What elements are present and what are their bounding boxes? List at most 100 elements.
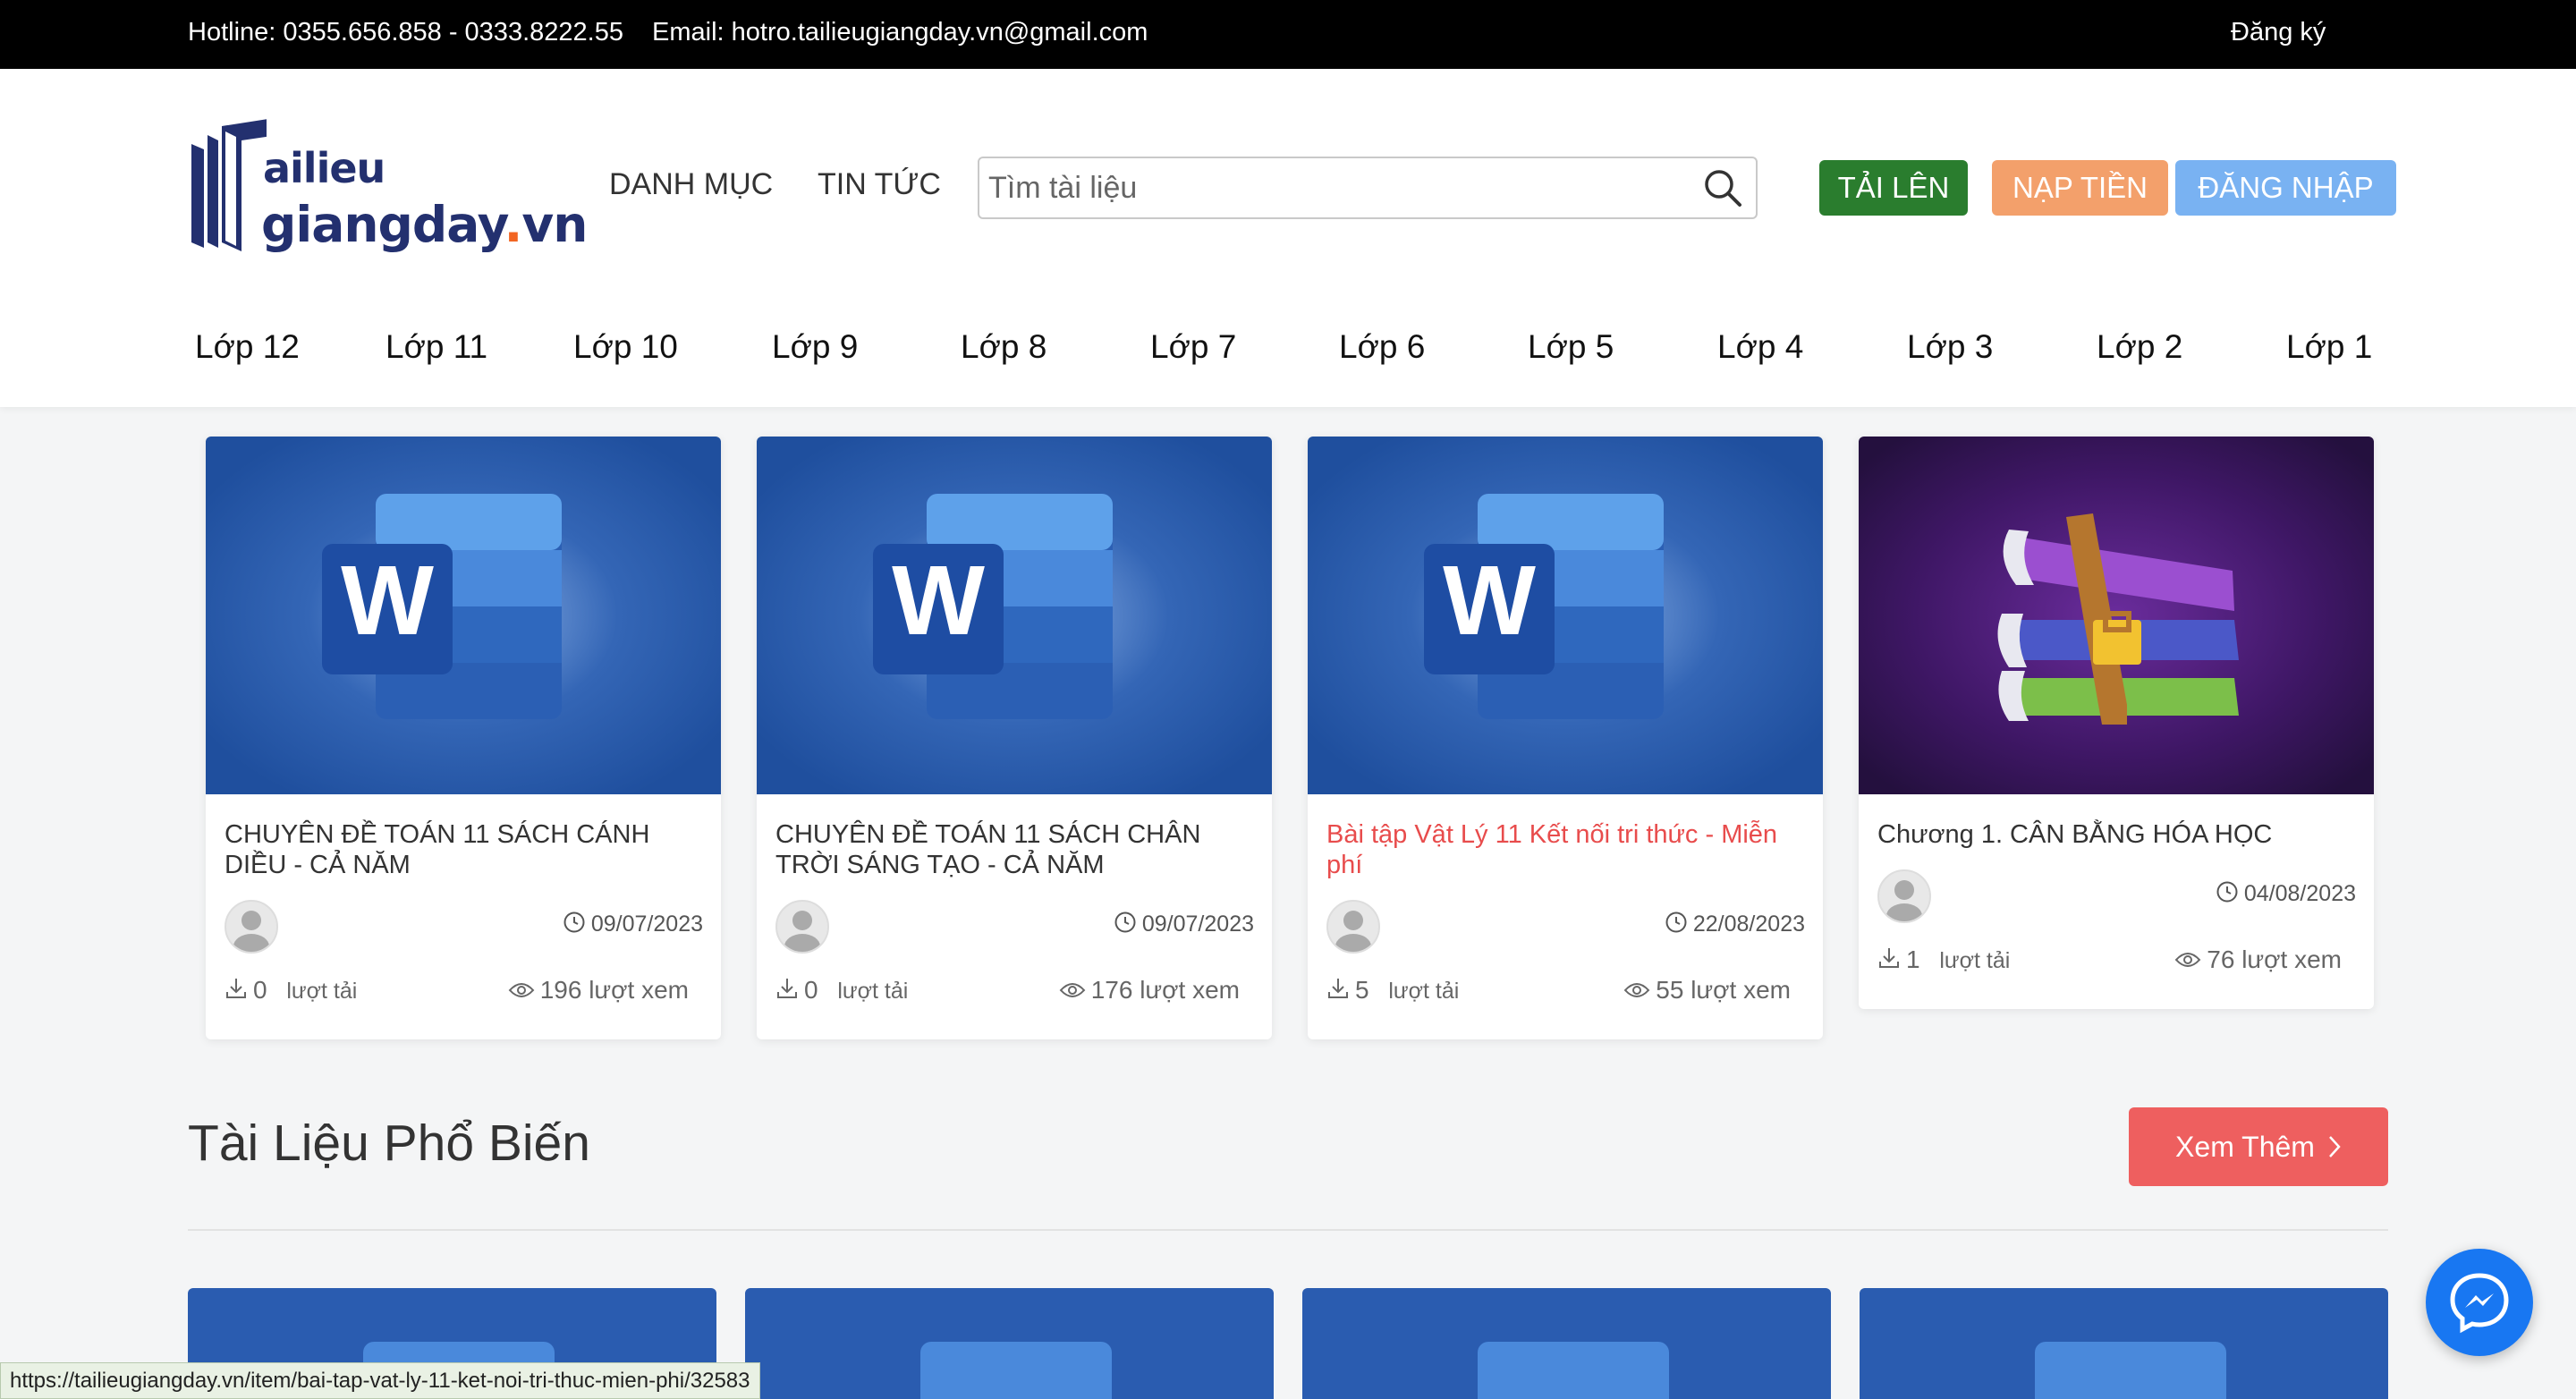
book-logo-icon [191,119,267,251]
section-title: Tài Liệu Phổ Biến [188,1115,590,1172]
download-icon [1326,976,1350,1007]
document-card[interactable]: W CHUYÊN ĐỀ TOÁN 11 SÁCH CÁNH DIỀU - CẢ … [206,437,721,1039]
download-label: lượt tải [1939,948,2011,973]
grade-11[interactable]: Lớp 11 [386,328,487,366]
view-count: 55 lượt xem [1623,976,1791,1006]
upload-button[interactable]: TẢI LÊN [1819,160,1968,216]
eye-icon [1059,978,1086,1006]
messenger-icon [2450,1273,2509,1334]
date-text: 09/07/2023 [590,911,703,937]
upload-date: 09/07/2023 [563,911,703,940]
grade-1[interactable]: Lớp 1 [2286,328,2372,366]
contact-info: Hotline: 0355.656.858 - 0333.8222.55 Ema… [188,18,1169,47]
search-input[interactable] [988,165,1686,210]
download-number: 0 [253,976,267,1004]
document-card[interactable]: W CHUYÊN ĐỀ TOÁN 11 SÁCH CHÂN TRỜI SÁNG … [757,437,1272,1039]
word-icon [745,1288,1274,1399]
word-icon[interactable]: W [206,437,721,794]
word-icon [1860,1288,2388,1399]
view-text: 176 lượt xem [1090,976,1240,1004]
download-count: 0 lượt tải [225,976,357,1007]
eye-icon [508,978,535,1006]
card-title[interactable]: CHUYÊN ĐỀ TOÁN 11 SÁCH CHÂN TRỜI SÁNG TẠ… [775,819,1241,880]
svg-text:W: W [1443,546,1536,656]
word-icon[interactable]: W [1308,437,1823,794]
clock-icon [1665,911,1688,940]
grade-2[interactable]: Lớp 2 [2097,328,2182,366]
clock-icon [2216,880,2239,910]
document-card[interactable] [745,1288,1274,1399]
see-more-label: Xem Thêm [2175,1131,2315,1163]
nav-category[interactable]: DANH MỤC [609,167,773,202]
date-text: 09/07/2023 [1141,911,1254,937]
logo-text-line2: giangday.vn [261,196,588,253]
view-text: 76 lượt xem [2207,945,2342,973]
card-title[interactable]: Chương 1. CÂN BẰNG HÓA HỌC [1877,819,2343,850]
top-bar: Hotline: 0355.656.858 - 0333.8222.55 Ema… [0,0,2576,69]
logo-text-main: giangday [261,196,504,253]
grade-4[interactable]: Lớp 4 [1717,328,1803,366]
grade-3[interactable]: Lớp 3 [1907,328,1993,366]
avatar [225,900,278,954]
download-label: lượt tải [286,979,358,1004]
hotline-text: Hotline: 0355.656.858 - 0333.8222.55 [188,18,623,47]
grade-nav: Lớp 12 Lớp 11 Lớp 10 Lớp 9 Lớp 8 Lớp 7 L… [0,328,2576,400]
browser-status-url: https://tailieugiangday.vn/item/bai-tap-… [0,1362,760,1399]
grade-7[interactable]: Lớp 7 [1150,328,1236,366]
view-count: 196 lượt xem [508,976,689,1006]
document-card[interactable]: W Bài tập Vật Lý 11 Kết nối tri thức - M… [1308,437,1823,1039]
download-number: 1 [1906,945,1920,973]
date-text: 04/08/2023 [2243,881,2356,907]
winrar-icon[interactable] [1859,437,2374,794]
card-title[interactable]: Bài tập Vật Lý 11 Kết nối tri thức - Miễ… [1326,819,1792,880]
section-divider [188,1229,2388,1231]
svg-text:W: W [892,546,985,656]
download-count: 5 lượt tải [1326,976,1459,1007]
date-text: 22/08/2023 [1692,911,1805,937]
view-count: 176 lượt xem [1059,976,1240,1006]
card-title[interactable]: CHUYÊN ĐỀ TOÁN 11 SÁCH CÁNH DIỀU - CẢ NĂ… [225,819,690,880]
grade-10[interactable]: Lớp 10 [573,328,678,366]
document-card[interactable] [1302,1288,1831,1399]
download-label: lượt tải [837,979,909,1004]
messenger-chat-button[interactable] [2426,1249,2533,1356]
document-card[interactable] [1860,1288,2388,1399]
eye-icon [1623,978,1650,1006]
grade-8[interactable]: Lớp 8 [961,328,1046,366]
grade-6[interactable]: Lớp 6 [1339,328,1425,366]
grade-9[interactable]: Lớp 9 [772,328,858,366]
download-count: 1 lượt tải [1877,945,2010,977]
nav-news[interactable]: TIN TỨC [818,167,941,202]
logo-text-dot: . [504,196,522,253]
view-text: 196 lượt xem [539,976,689,1004]
upload-date: 09/07/2023 [1114,911,1254,940]
document-card[interactable]: Chương 1. CÂN BẰNG HÓA HỌC 04/08/2023 1 … [1859,437,2374,1009]
logo-text-tld: vn [521,196,588,253]
word-icon [1302,1288,1831,1399]
view-count: 76 lượt xem [2174,945,2342,976]
site-logo[interactable]: ailieu giangday.vn [186,108,588,269]
signup-link[interactable]: Đăng ký [2231,18,2326,47]
avatar [775,900,829,954]
eye-icon [2174,947,2201,976]
chevron-right-icon [2327,1110,2342,1189]
download-icon [775,976,799,1007]
see-more-button[interactable]: Xem Thêm [2129,1107,2388,1186]
upload-date: 22/08/2023 [1665,911,1805,940]
logo-text-line1: ailieu [263,144,386,192]
download-label: lượt tải [1388,979,1460,1004]
clock-icon [563,911,586,940]
grade-5[interactable]: Lớp 5 [1528,328,1614,366]
svg-text:W: W [341,546,434,656]
login-button[interactable]: ĐĂNG NHẬP [2175,160,2396,216]
upload-date: 04/08/2023 [2216,880,2356,910]
topup-button[interactable]: NẠP TIỀN [1992,160,2168,216]
search-icon[interactable] [1702,167,1743,208]
grade-12[interactable]: Lớp 12 [195,328,300,366]
download-number: 0 [804,976,818,1004]
download-icon [1877,945,1901,977]
word-icon[interactable]: W [757,437,1272,794]
view-text: 55 lượt xem [1656,976,1791,1004]
avatar [1326,900,1380,954]
site-header: ailieu giangday.vn DANH MỤC TIN TỨC TẢI … [0,69,2576,407]
